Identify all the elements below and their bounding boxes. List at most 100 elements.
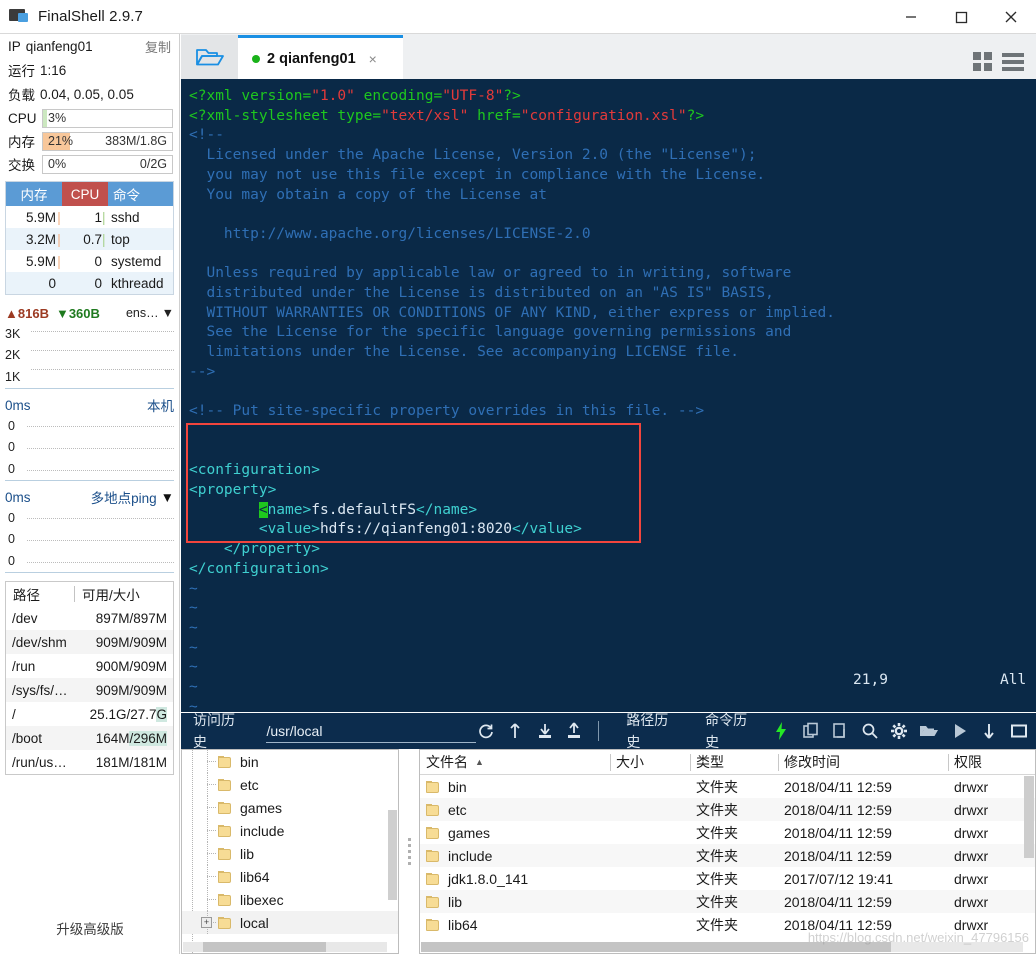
tab-qianfeng01[interactable]: 2 qianfeng01 × [238,35,403,79]
terminal-text: </property> [189,541,320,558]
column-header-size[interactable]: 大小 [610,750,690,775]
disk-row[interactable]: /boot 164M/296M [6,726,173,750]
window-icon[interactable] [1009,721,1028,741]
copy-button[interactable]: 复制 [145,37,171,56]
disk-row[interactable]: /run/us… 181M/181M [6,750,173,774]
terminal-line: http://www.apache.org/licenses/LICENSE-2… [189,225,1036,245]
tree-item-lib64[interactable]: lib64 [182,865,398,888]
search-icon[interactable] [860,721,879,741]
up-arrow-icon[interactable] [506,721,525,741]
ping-local-plot [27,415,174,480]
column-header-type[interactable]: 类型 [690,750,778,775]
file-list-panel[interactable]: 文件名 ▲ 大小 类型 修改时间 权限 bin 文件夹 2018/04/11 12:… [419,749,1036,954]
gear-icon[interactable] [890,721,909,741]
expand-toggle-icon[interactable]: + [201,917,212,928]
grid-view-icon[interactable] [973,52,992,71]
tree-item-include[interactable]: include [182,819,398,842]
tree-item-lib[interactable]: lib [182,842,398,865]
paste-icon[interactable] [831,721,850,741]
network-axis: 3K 2K 1K [5,323,31,388]
panel-splitter[interactable] [399,749,419,954]
disk-row[interactable]: /dev/shm 909M/909M [6,630,173,654]
terminal-text: Licensed under the Apache License, Versi… [189,147,757,164]
file-row[interactable]: lib 文件夹 2018/04/11 12:59 drwxr [420,890,1035,913]
terminal-line: <name>fs.defaultFS</name> [189,501,1036,521]
process-memory: 3.2M [25,231,56,247]
down-arrow-icon[interactable] [980,721,999,741]
folder-open-icon[interactable] [919,721,939,741]
command-history-button[interactable]: 命令历史 [701,709,761,754]
disk-row[interactable]: /dev 897M/897M [6,606,173,630]
tree-item-local[interactable]: + local [182,911,398,934]
column-header-memory[interactable]: 内存 [6,182,62,206]
file-row[interactable]: jdk1.8.0_141 文件夹 2017/07/12 19:41 drwxr [420,867,1035,890]
column-header-cpu[interactable]: CPU [62,182,108,206]
list-view-icon[interactable] [1002,52,1024,71]
file-row[interactable]: etc 文件夹 2018/04/11 12:59 drwxr [420,798,1035,821]
upgrade-button[interactable]: 升级高级版 [0,918,180,938]
column-header-path[interactable]: 路径 [6,584,74,604]
file-row[interactable]: include 文件夹 2018/04/11 12:59 drwxr [420,844,1035,867]
window-title: FinalShell 2.9.7 [38,8,143,25]
file-row[interactable]: games 文件夹 2018/04/11 12:59 drwxr [420,821,1035,844]
disk-table: 路径 可用/大小 /dev 897M/897M/dev/shm 909M/909M /… [5,581,174,775]
file-permissions-cell: drwxr [954,847,989,864]
column-header-filename[interactable]: 文件名 ▲ [420,750,610,775]
tab-label: 2 qianfeng01 [267,50,356,67]
process-row[interactable]: 3.2M | 0.7 | top [6,228,173,250]
terminal-text: Unless required by applicable law or agr… [189,265,792,282]
disk-path: /run/us… [12,754,67,770]
column-header-modified[interactable]: 修改时间 [778,750,948,775]
path-history-button[interactable]: 路径历史 [622,709,683,754]
close-icon[interactable] [986,0,1036,34]
axis-tick: 0 [8,554,15,569]
tree-item-bin[interactable]: bin [182,750,398,773]
copy-icon[interactable] [801,721,820,741]
disk-row[interactable]: /sys/fs/… 909M/909M [6,678,173,702]
process-row[interactable]: 0 0 kthreadd [6,272,173,294]
tree-item-etc[interactable]: etc [182,773,398,796]
open-folder-icon[interactable] [181,35,238,79]
minimize-icon[interactable] [886,0,936,34]
ping-multi-selector[interactable]: 多地点ping ▼ [91,487,174,507]
download-rate: ▼360B [55,305,100,321]
column-header-command[interactable]: 命令 [108,182,173,206]
maximize-icon[interactable] [936,0,986,34]
tree-item-libexec[interactable]: libexec [182,888,398,911]
sort-ascending-icon: ▲ [475,757,484,767]
tree-item-games[interactable]: games [182,796,398,819]
system-monitor-sidebar: IP qianfeng01 复制 运行 1:16 负载 0.04, 0.05, … [0,34,180,954]
title-bar: FinalShell 2.9.7 [0,0,1036,34]
terminal-output[interactable]: <?xml version="1.0" encoding="UTF-8"?> <?… [181,79,1036,712]
folder-icon [426,780,440,793]
upload-icon[interactable] [565,721,584,741]
file-row[interactable]: bin 文件夹 2018/04/11 12:59 drwxr [420,775,1035,798]
lightning-icon[interactable] [772,721,791,741]
directory-tree[interactable]: bin etc games include lib lib64 libexec + local [181,749,399,954]
terminal-line: Unless required by applicable law or agr… [189,264,1036,284]
folder-icon [218,847,232,860]
path-input[interactable]: /usr/local [266,720,477,743]
process-command: systemd [111,253,162,269]
visit-history-button[interactable]: 访问历史 [189,709,251,754]
file-name: lib64 [448,916,478,933]
download-icon[interactable] [535,721,554,741]
disk-row[interactable]: /run 900M/909M [6,654,173,678]
close-tab-icon[interactable]: × [369,51,377,67]
terminal-text: "1.0" [311,88,355,104]
network-interface-selector[interactable]: ens… ▼ [126,306,174,320]
meter-detail: 383M/1.8G [105,134,167,148]
tree-horizontal-scrollbar[interactable] [183,942,387,952]
play-icon[interactable] [950,721,969,741]
process-row[interactable]: 5.9M | 0 systemd [6,250,173,272]
disk-row[interactable]: / 25.1G/27.7G [6,702,173,726]
terminal-text: ?> [503,88,521,104]
refresh-icon[interactable] [476,721,495,741]
column-header-permissions[interactable]: 权限 [948,750,1018,775]
file-modified-cell: 2018/04/11 12:59 [784,847,892,864]
file-list-vertical-scrollbar[interactable] [1024,776,1034,858]
process-row[interactable]: 5.9M | 1 | sshd [6,206,173,228]
tree-vertical-scrollbar[interactable] [388,810,397,900]
column-header-size[interactable]: 可用/大小 [75,584,173,604]
